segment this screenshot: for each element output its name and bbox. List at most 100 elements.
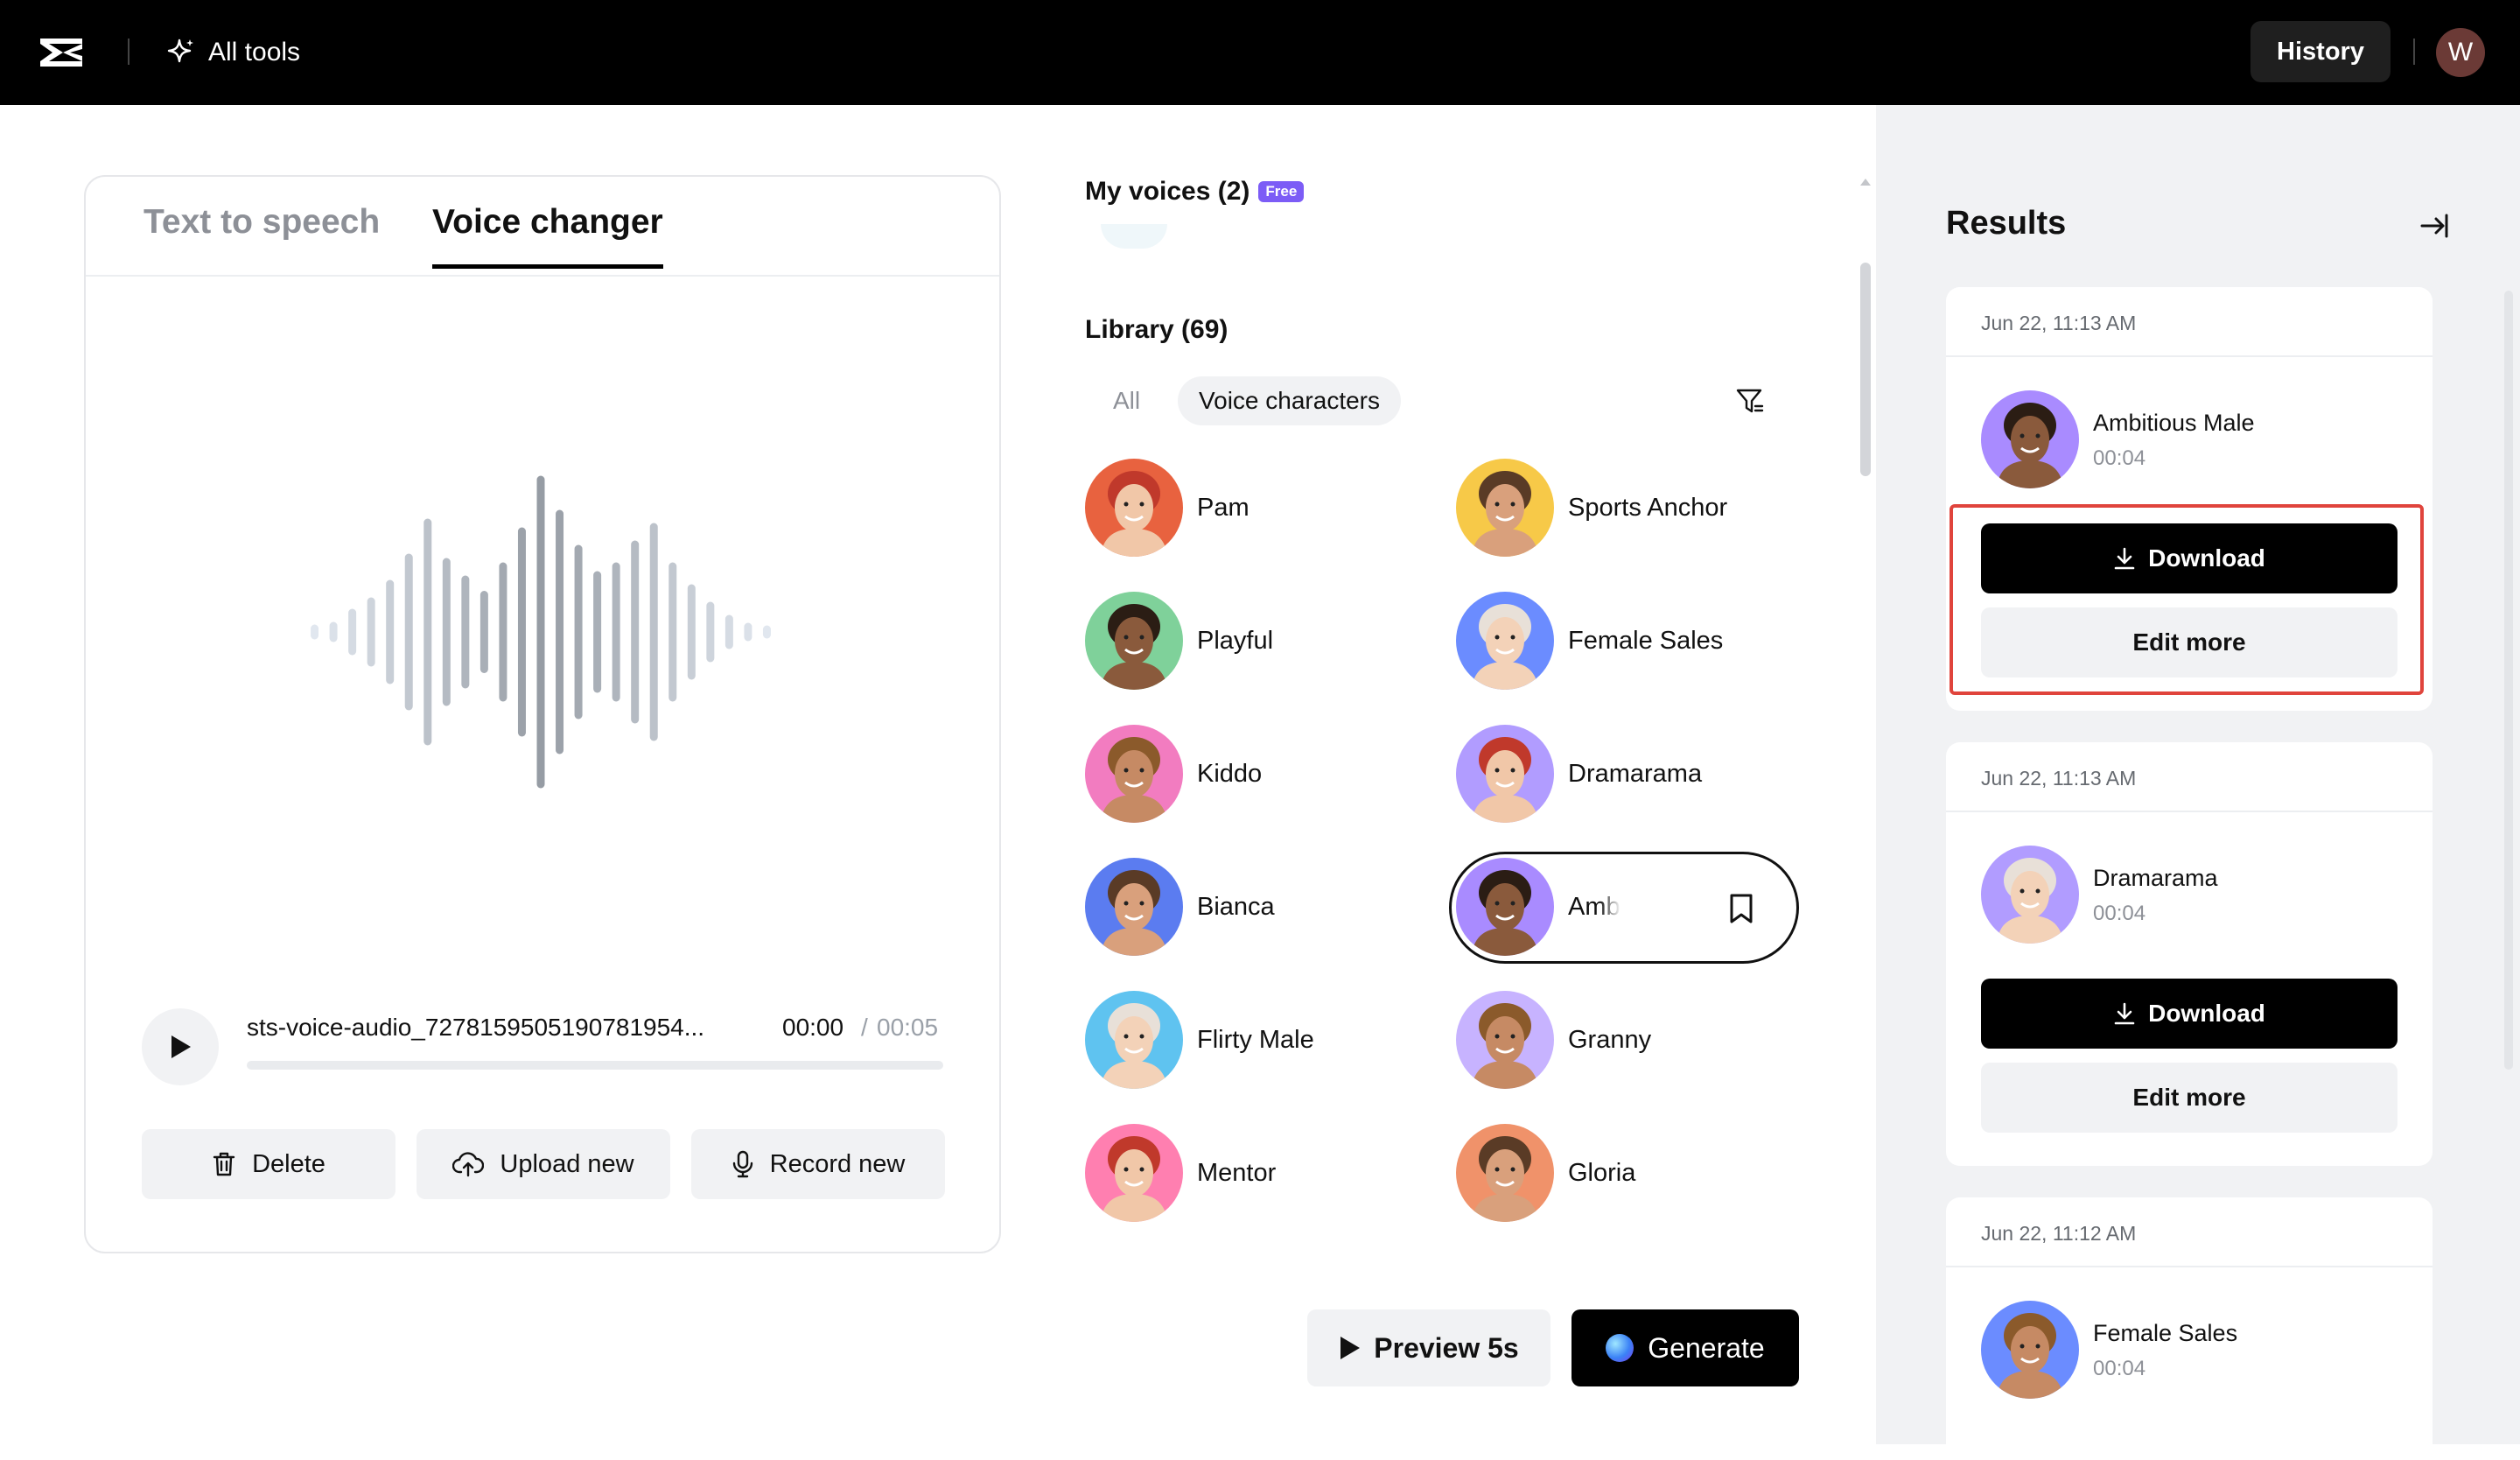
result-voice-name: Ambitious Male <box>2093 410 2255 437</box>
result-duration: 00:04 <box>2093 902 2146 926</box>
result-card: Jun 22, 11:13 AM Ambitious Male 00:04 Downl… <box>1946 287 2432 711</box>
result-voice-avatar <box>1981 846 2079 944</box>
voice-item[interactable]: Flirty Male <box>1085 987 1435 1092</box>
filter-icon[interactable] <box>1734 385 1766 417</box>
voice-avatar <box>1085 725 1183 823</box>
voice-name: Pam <box>1197 494 1250 523</box>
audio-waveform <box>296 474 786 790</box>
voice-item[interactable]: Mentor <box>1085 1120 1435 1225</box>
voice-item[interactable]: Gloria <box>1456 1120 1806 1225</box>
edit-more-button[interactable]: Edit more <box>1981 607 2398 677</box>
play-button[interactable] <box>142 1008 219 1085</box>
voice-item[interactable]: Bianca <box>1085 854 1435 959</box>
voice-avatar <box>1085 459 1183 557</box>
voice-avatar <box>1456 1124 1554 1222</box>
audio-file-name: sts-voice-audio_7278159505190781954... <box>247 1014 704 1042</box>
voice-avatar <box>1456 725 1554 823</box>
tab-bar: Text to speech Voice changer <box>86 177 999 277</box>
generate-orb-icon <box>1606 1334 1634 1362</box>
scroll-up-arrow[interactable] <box>1860 179 1871 186</box>
voice-avatar <box>1085 858 1183 956</box>
voice-name: Sports Anchor <box>1568 494 1727 523</box>
download-label: Download <box>2148 1000 2265 1028</box>
result-date: Jun 22, 11:12 AM <box>1981 1222 2136 1246</box>
my-voices-heading: My voices (2) Free <box>1085 177 1304 207</box>
my-voices-label: My voices (2) <box>1085 177 1250 207</box>
voice-name: Playful <box>1197 627 1273 656</box>
history-button[interactable]: History <box>2250 21 2390 82</box>
audio-progress-bar[interactable] <box>247 1061 943 1070</box>
download-icon <box>2113 546 2136 571</box>
voice-item[interactable]: Dramarama <box>1456 721 1806 826</box>
total-time: 00:05 <box>877 1014 938 1042</box>
voice-name: Gloria <box>1568 1159 1635 1188</box>
voice-item[interactable]: Female Sales <box>1456 588 1806 693</box>
all-tools-button[interactable]: All tools <box>166 32 300 74</box>
cloud-upload-icon <box>452 1151 484 1177</box>
library-heading: Library (69) <box>1085 315 1228 345</box>
voice-avatar <box>1456 592 1554 690</box>
voice-item[interactable]: Sports Anchor <box>1456 455 1806 560</box>
divider <box>128 39 130 65</box>
results-panel: Results Jun 22, 11:13 AM Ambitious Male 00… <box>1876 105 2520 1444</box>
voice-item[interactable]: Granny <box>1456 987 1806 1092</box>
results-scrollbar[interactable] <box>2504 291 2513 1070</box>
result-card: Jun 22, 11:12 AMFemale Sales00:04 <box>1946 1197 2432 1460</box>
my-voice-avatar-peek <box>1101 224 1167 249</box>
voice-avatar <box>1085 991 1183 1089</box>
voice-avatar <box>1456 991 1554 1089</box>
voice-avatar <box>1085 592 1183 690</box>
result-card: Jun 22, 11:13 AMDramarama00:04DownloadEd… <box>1946 742 2432 1166</box>
result-voice-name: Dramarama <box>2093 865 2218 892</box>
voice-name: Mentor <box>1197 1159 1276 1188</box>
results-title: Results <box>1946 205 2066 242</box>
filter-all-tab[interactable]: All <box>1113 387 1140 415</box>
microphone-icon <box>732 1150 754 1178</box>
voice-changer-card: Text to speech Voice changer sts-voice-a… <box>84 175 1001 1253</box>
download-label: Download <box>2148 544 2265 572</box>
result-voice-avatar <box>1981 390 2079 488</box>
result-duration: 00:04 <box>2093 446 2146 471</box>
result-duration: 00:04 <box>2093 1357 2146 1381</box>
record-new-label: Record new <box>770 1150 906 1179</box>
divider <box>1946 1266 2432 1267</box>
voice-avatar <box>1456 459 1554 557</box>
result-voice-avatar <box>1981 1301 2079 1399</box>
download-button[interactable]: Download <box>1981 523 2398 593</box>
time-separator: / <box>861 1014 868 1042</box>
user-avatar[interactable]: W <box>2436 28 2485 77</box>
generate-button[interactable]: Generate <box>1572 1309 1799 1386</box>
voice-name: Flirty Male <box>1197 1026 1314 1055</box>
tab-text-to-speech[interactable]: Text to speech <box>144 203 380 242</box>
voice-avatar <box>1085 1124 1183 1222</box>
trash-icon <box>212 1151 236 1177</box>
preview-label: Preview 5s <box>1374 1332 1518 1365</box>
voice-name: Dramarama <box>1568 760 1702 789</box>
voice-name: Bianca <box>1197 893 1275 922</box>
voice-name: Female Sales <box>1568 627 1723 656</box>
filter-voice-characters-tab[interactable]: Voice characters <box>1178 376 1401 425</box>
collapse-panel-icon[interactable] <box>2417 208 2452 243</box>
sparkle-icon <box>166 38 196 67</box>
delete-button[interactable]: Delete <box>142 1129 396 1199</box>
library-scrollbar[interactable] <box>1860 263 1871 476</box>
free-badge: Free <box>1258 181 1304 202</box>
play-icon <box>168 1034 192 1060</box>
edit-more-button[interactable]: Edit more <box>1981 1063 2398 1133</box>
record-new-button[interactable]: Record new <box>691 1129 945 1199</box>
voice-item[interactable]: Playful <box>1085 588 1435 693</box>
divider <box>2413 39 2415 65</box>
voice-name: Granny <box>1568 1026 1651 1055</box>
tab-voice-changer[interactable]: Voice changer <box>432 203 663 269</box>
voice-name: Kiddo <box>1197 760 1262 789</box>
preview-button[interactable]: Preview 5s <box>1307 1309 1550 1386</box>
play-icon <box>1339 1335 1362 1361</box>
voice-item[interactable]: Kiddo <box>1085 721 1435 826</box>
result-date: Jun 22, 11:13 AM <box>1981 312 2136 335</box>
voice-item[interactable]: Pam <box>1085 455 1435 560</box>
upload-new-button[interactable]: Upload new <box>416 1129 670 1199</box>
download-button[interactable]: Download <box>1981 979 2398 1049</box>
bookmark-icon[interactable] <box>1727 893 1755 924</box>
capcut-logo[interactable] <box>37 33 86 72</box>
delete-label: Delete <box>252 1150 326 1179</box>
